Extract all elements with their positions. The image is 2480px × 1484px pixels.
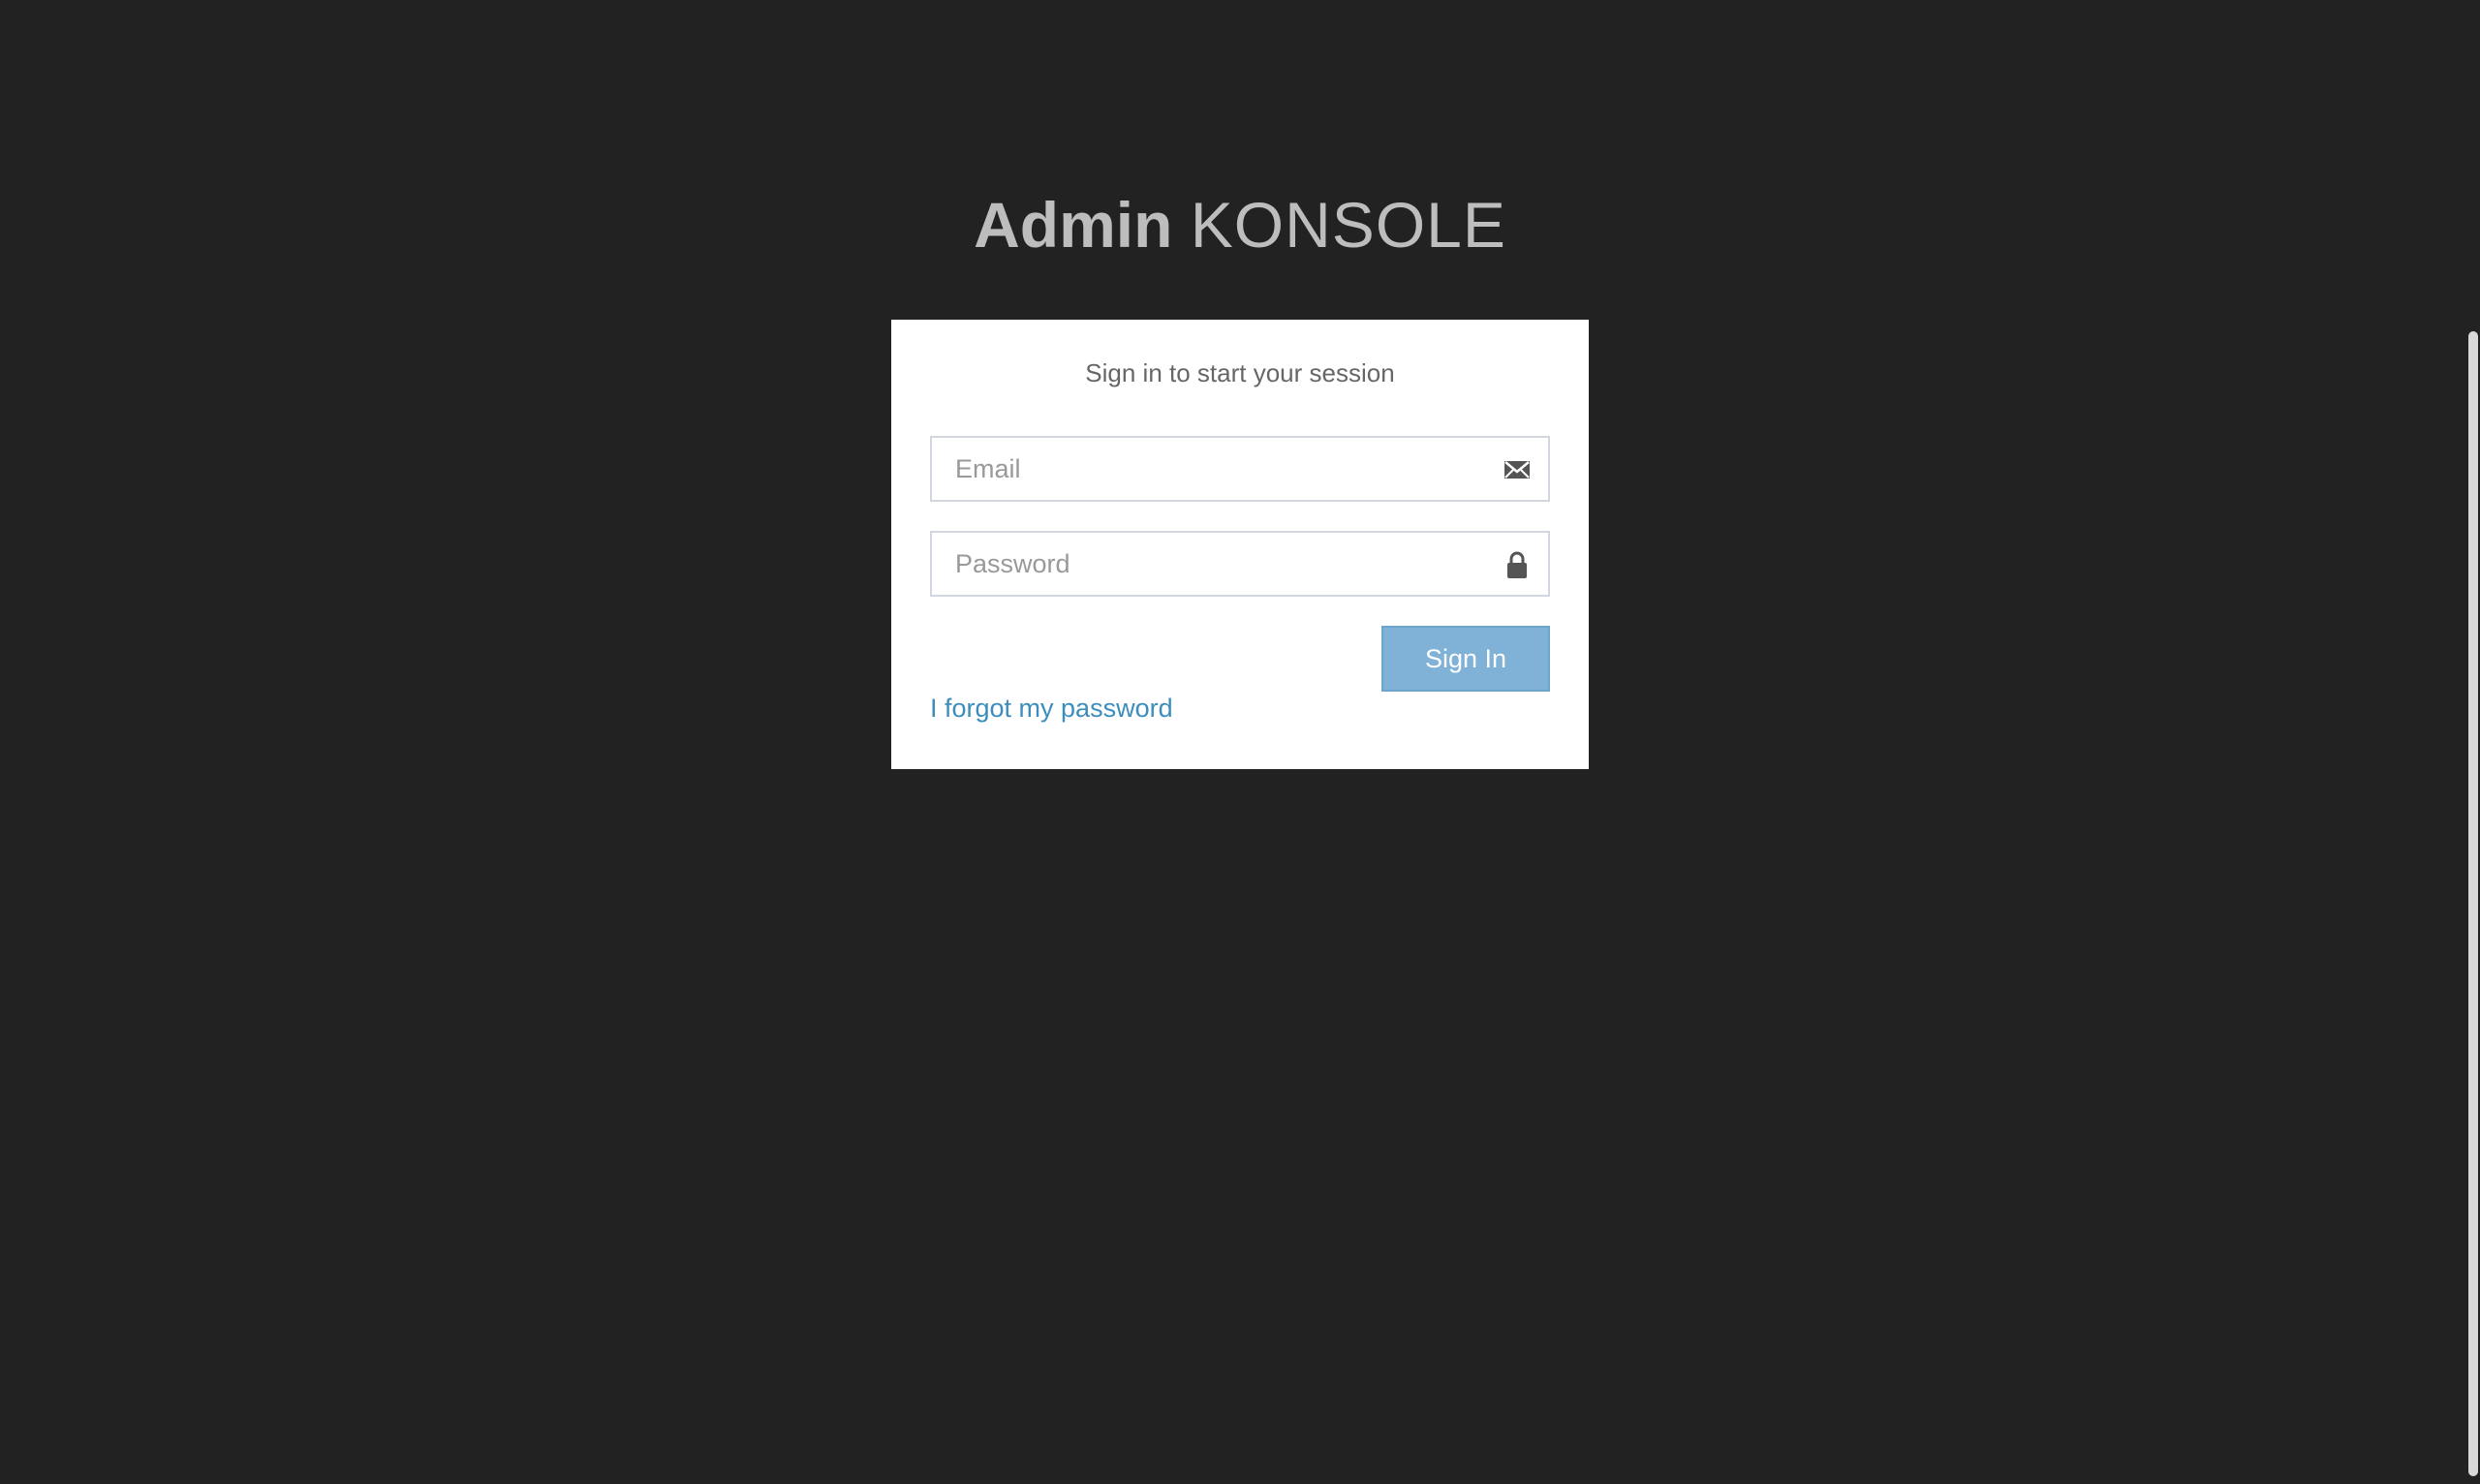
login-box: Sign in to start your session Sign In I … [891, 320, 1589, 769]
scrollbar-thumb[interactable] [2468, 331, 2478, 1476]
email-field[interactable] [930, 436, 1550, 502]
login-logo: Admin KONSOLE [0, 176, 2480, 273]
envelope-icon [1504, 461, 1530, 479]
lock-icon [1507, 551, 1527, 578]
password-input[interactable] [932, 533, 1498, 595]
login-page: Admin KONSOLE Sign in to start your sess… [0, 0, 2480, 1484]
page-scrollbar[interactable] [2461, 0, 2480, 1484]
logo-bold-text: Admin [974, 189, 1173, 261]
sign-in-button[interactable]: Sign In [1381, 626, 1550, 692]
forgot-password-link[interactable]: I forgot my password [930, 694, 1173, 724]
logo-light-text: KONSOLE [1190, 189, 1506, 261]
email-input[interactable] [932, 438, 1498, 500]
login-box-message: Sign in to start your session [1085, 358, 1395, 387]
password-field[interactable] [930, 531, 1550, 597]
